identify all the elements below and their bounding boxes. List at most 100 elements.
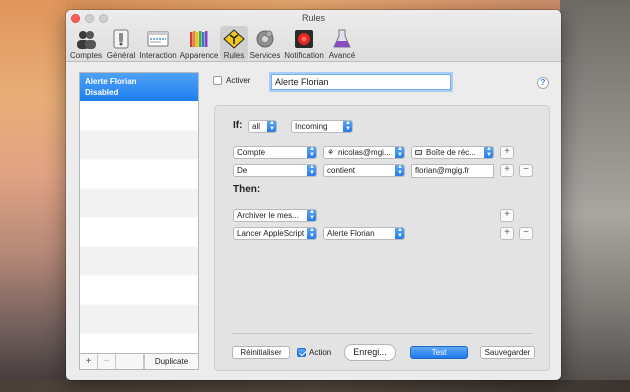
- empty-row: [80, 160, 198, 189]
- activate-checkbox[interactable]: [213, 76, 222, 85]
- empty-row: [80, 218, 198, 247]
- toolbar-label: Notification: [284, 51, 324, 60]
- empty-row: [80, 131, 198, 160]
- direction-select[interactable]: Incoming ▲ ▼: [291, 120, 353, 133]
- empty-row: [80, 247, 198, 276]
- add-action-button[interactable]: +: [500, 209, 514, 222]
- rule-list-item[interactable]: Alerte Florian Disabled: [80, 73, 198, 102]
- toolbar-avance[interactable]: Avancé: [326, 26, 358, 60]
- toolbar-rules[interactable]: Rules: [220, 26, 248, 60]
- condition-mailbox-select[interactable]: Boîte de réc... ▲ ▼: [411, 146, 494, 159]
- action-select[interactable]: Archiver le mes... ▲ ▼: [233, 209, 317, 222]
- toolbar-comptes[interactable]: Comptes: [68, 26, 104, 60]
- toolbar-label: Comptes: [70, 51, 103, 60]
- match-value: all: [252, 122, 261, 131]
- preferences-toolbar: Comptes Général Interaction Apparence Ru…: [68, 26, 358, 60]
- remove-condition-button[interactable]: −: [519, 164, 533, 177]
- rules-list-rows: Alerte Florian Disabled: [80, 73, 198, 355]
- flask-icon: [331, 29, 353, 49]
- desktop-background-bottom: [0, 380, 630, 392]
- people-icon: [75, 29, 97, 49]
- toolbar-label: Services: [249, 51, 281, 60]
- pencils-icon: [188, 29, 210, 49]
- toolbar-services[interactable]: Services: [248, 26, 282, 60]
- title-bar: Rules Comptes Général Interaction Appare…: [66, 10, 561, 62]
- duplicate-button[interactable]: Duplicate: [144, 354, 198, 369]
- desktop-background-left: [0, 0, 66, 392]
- add-rule-button[interactable]: +: [80, 354, 98, 369]
- toolbar-label: Général: [106, 51, 136, 60]
- activate-toggle[interactable]: Activer: [213, 76, 250, 85]
- action-select[interactable]: Lancer AppleScript ▲ ▼: [233, 227, 317, 240]
- chevron-updown-icon: ▲ ▼: [343, 121, 352, 132]
- add-condition-button[interactable]: +: [500, 146, 514, 159]
- gears-icon: [254, 29, 276, 49]
- chevron-updown-icon: ▲ ▼: [307, 165, 316, 176]
- direction-value: Incoming: [295, 122, 328, 131]
- rule-status: Disabled: [85, 88, 119, 97]
- match-select[interactable]: all ▲ ▼: [248, 120, 277, 133]
- action-target-select[interactable]: Alerte Florian ▲ ▼: [323, 227, 405, 240]
- empty-row: [80, 305, 198, 334]
- rule-editor-panel: If: all ▲ ▼ Incoming ▲ ▼ Compte ▲ ▼ ⚘ nicol…: [214, 105, 550, 371]
- chevron-updown-icon: ▲ ▼: [307, 228, 316, 239]
- condition-operator-select[interactable]: contient ▲ ▼: [323, 164, 405, 177]
- remove-rule-button[interactable]: −: [98, 354, 116, 369]
- condition-operator-value: contient: [327, 166, 356, 175]
- condition-field-value: De: [237, 166, 248, 175]
- toolbar-interaction[interactable]: Interaction: [138, 26, 178, 60]
- toolbar-general[interactable]: Général: [104, 26, 138, 60]
- action-checkbox[interactable]: [297, 348, 306, 357]
- add-action-button[interactable]: +: [500, 227, 514, 240]
- empty-row: [80, 276, 198, 305]
- rule-name-field[interactable]: [271, 74, 451, 90]
- road-sign-icon: [223, 29, 245, 49]
- reset-button[interactable]: Réinitialiser: [232, 346, 290, 359]
- condition-field-value: Compte: [237, 148, 266, 157]
- footer-divider: [231, 333, 533, 334]
- chevron-updown-icon: ▲ ▼: [307, 147, 316, 158]
- action-value: Archiver le mes...: [237, 211, 299, 220]
- record-icon: [293, 29, 315, 49]
- rule-name: Alerte Florian: [85, 77, 137, 86]
- empty-row: [80, 189, 198, 218]
- window-icon: [147, 29, 169, 49]
- chevron-updown-icon: ▲ ▼: [395, 165, 404, 176]
- remove-action-button[interactable]: −: [519, 227, 533, 240]
- toolbar-label: Interaction: [139, 51, 177, 60]
- window-title: Rules: [301, 13, 325, 23]
- then-label: Then:: [233, 184, 261, 195]
- chevron-updown-icon: ▲ ▼: [484, 147, 493, 158]
- if-label: If:: [233, 120, 243, 131]
- toolbar-notification[interactable]: Notification: [282, 26, 326, 60]
- action-toggle[interactable]: Action: [297, 348, 331, 357]
- test-button[interactable]: Test: [410, 346, 468, 359]
- help-button[interactable]: ?: [537, 77, 549, 89]
- action-label: Action: [309, 348, 332, 357]
- chevron-updown-icon: ▲ ▼: [267, 121, 276, 132]
- toolbar-label: Avancé: [328, 51, 356, 60]
- list-spacer: [116, 354, 144, 369]
- rules-list-toolbar: + − Duplicate: [80, 353, 198, 369]
- toolbar-apparence[interactable]: Apparence: [178, 26, 220, 60]
- chevron-updown-icon: ▲ ▼: [395, 147, 404, 158]
- toolbar-label: Apparence: [179, 51, 219, 60]
- empty-row: [80, 334, 198, 355]
- account-icon: ⚘: [327, 148, 335, 157]
- toolbar-label: Rules: [223, 51, 245, 60]
- condition-value-field[interactable]: florian@mgig.fr: [411, 164, 494, 178]
- action-target-value: Alerte Florian: [327, 229, 375, 238]
- condition-field-select[interactable]: De ▲ ▼: [233, 164, 317, 177]
- empty-row: [80, 102, 198, 131]
- save-button[interactable]: Sauvegarder: [480, 346, 535, 359]
- action-value: Lancer AppleScript: [237, 229, 305, 238]
- switch-icon: [110, 29, 132, 49]
- chevron-updown-icon: ▲ ▼: [395, 228, 404, 239]
- add-condition-button[interactable]: +: [500, 164, 514, 177]
- rules-window: Rules Comptes Général Interaction Appare…: [66, 10, 561, 380]
- record-button[interactable]: Enregi...: [344, 344, 396, 361]
- inbox-icon: [415, 150, 422, 155]
- rules-list: Alerte Florian Disabled + − Duplicate: [79, 72, 199, 370]
- condition-field-select[interactable]: Compte ▲ ▼: [233, 146, 317, 159]
- condition-account-select[interactable]: ⚘ nicolas@mgi... ▲ ▼: [323, 146, 405, 159]
